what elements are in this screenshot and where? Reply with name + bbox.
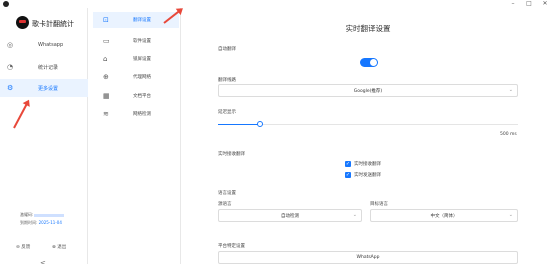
subnav-item-label: 软件设置 [133, 39, 151, 44]
expire-info: 到期时间: 2025-11-04 [20, 220, 62, 226]
delay-slider-track[interactable] [218, 124, 518, 125]
delay-label: 延迟显示 [218, 110, 236, 115]
feedback-button[interactable]: ⊖ 反馈 [16, 244, 30, 250]
whatsapp-icon: ◎ [7, 41, 14, 49]
page-title: 实时翻译设置 [345, 24, 391, 33]
feedback-label: 反馈 [21, 245, 31, 250]
translate-icon: ⊡ [103, 16, 109, 24]
subnav-item-label: 网络检测 [133, 112, 151, 117]
chevron-down-icon: ⌄ [352, 212, 357, 218]
subnav-item-proxy[interactable]: ⊕ 代理网络 [93, 69, 179, 85]
sidebar-item-label: 统计记录 [38, 65, 59, 71]
collapse-sidebar-button[interactable]: < [40, 259, 46, 264]
subnav-item-label: 代理网络 [133, 75, 151, 80]
delay-max-label: 500 ms [500, 132, 517, 137]
logout-button[interactable]: ⊗ 退出 [52, 244, 66, 250]
title-bar: – □ ✕ [0, 0, 554, 8]
engine-select[interactable]: Google(推荐) ⌄ [218, 84, 518, 97]
activation-code: 激耀码: [20, 212, 65, 218]
settings-subnav: ⊡ 翻译设置 ▭ 软件设置 ⌂ 锁屏设置 ⊕ 代理网络 ▦ 文档平台 ≋ 网络检… [89, 8, 181, 264]
close-button[interactable]: ✕ [540, 0, 550, 8]
realtime-receive-label: 实时接收翻译 [354, 162, 381, 167]
subnav-item-lock[interactable]: ⌂ 锁屏设置 [93, 51, 179, 67]
subnav-item-software[interactable]: ▭ 软件设置 [93, 33, 179, 49]
expire-date: 2025-11-04 [38, 220, 62, 225]
sidebar-item-whatsapp[interactable]: ◎ Whatsapp [0, 36, 88, 54]
chevron-down-icon: ⌄ [508, 212, 513, 218]
maximize-button[interactable]: □ [524, 0, 534, 8]
platform-select[interactable]: WhatsApp [218, 251, 518, 264]
source-language-label: 源语言 [218, 202, 232, 207]
source-language-select[interactable]: 自动检测 ⌄ [218, 209, 362, 222]
platform-settings-label: 平台特定设置 [218, 244, 245, 249]
activation-label: 激耀码: [20, 212, 34, 217]
translation-settings-panel: 实时翻译设置 自动翻译 翻译线路 Google(推荐) ⌄ 延迟显示 500 m… [182, 8, 554, 264]
gear-icon: ⚙ [7, 84, 14, 92]
subnav-item-network[interactable]: ≋ 网络检测 [93, 106, 179, 122]
grid-icon: ▦ [103, 92, 110, 100]
source-language-value: 自动检测 [281, 214, 299, 219]
engine-label: 翻译线路 [218, 78, 236, 83]
brand-avatar-icon [16, 16, 29, 29]
clock-icon: ◔ [7, 63, 14, 71]
realtime-label: 实时接收翻译 [218, 152, 245, 157]
subnav-item-label: 文档平台 [133, 94, 151, 99]
realtime-send-label: 实时发送翻译 [354, 173, 381, 178]
lock-icon: ⌂ [103, 55, 108, 63]
target-language-label: 目标语言 [370, 202, 388, 207]
app-logo-icon [3, 1, 9, 7]
expire-label: 到期时间: [20, 220, 38, 225]
minimize-button[interactable]: – [508, 0, 518, 8]
delay-slider-fill [218, 124, 260, 125]
feedback-icon: ⊖ [16, 245, 20, 250]
auto-translate-toggle[interactable] [360, 58, 378, 67]
realtime-receive-checkbox[interactable]: ✓ [345, 161, 351, 167]
globe-icon: ⊕ [103, 73, 109, 81]
delay-slider-thumb[interactable] [257, 121, 263, 127]
subnav-item-label: 锁屏设置 [133, 57, 151, 62]
realtime-send-checkbox[interactable]: ✓ [345, 172, 351, 178]
target-language-select[interactable]: 中文（简体） ⌄ [370, 209, 518, 222]
chevron-down-icon: ⌄ [508, 87, 513, 93]
logout-icon: ⊗ [52, 245, 56, 250]
monitor-icon: ▭ [103, 37, 110, 45]
engine-value: Google(推荐) [353, 89, 383, 94]
activation-code-masked [34, 213, 65, 217]
wifi-icon: ≋ [103, 110, 109, 118]
brand: 歌卡計翻統计 [0, 13, 88, 31]
subnav-item-label: 翻译设置 [133, 18, 151, 23]
logout-label: 退出 [57, 245, 67, 250]
sidebar: 歌卡計翻統计 ◎ Whatsapp ◔ 统计记录 ⚙ 更多设置 激耀码: 到期时… [0, 8, 88, 264]
subnav-item-docs[interactable]: ▦ 文档平台 [93, 88, 179, 104]
target-language-value: 中文（简体） [430, 214, 458, 219]
language-settings-label: 语言设置 [218, 191, 236, 196]
brand-title: 歌卡計翻統计 [32, 20, 74, 28]
platform-value: WhatsApp [356, 255, 380, 260]
sidebar-item-label: 更多设置 [38, 86, 59, 92]
sidebar-item-more-settings[interactable]: ⚙ 更多设置 [0, 79, 88, 97]
sidebar-item-stats[interactable]: ◔ 统计记录 [0, 58, 88, 76]
auto-translate-label: 自动翻译 [218, 47, 236, 52]
sidebar-item-label: Whatsapp [38, 42, 64, 48]
